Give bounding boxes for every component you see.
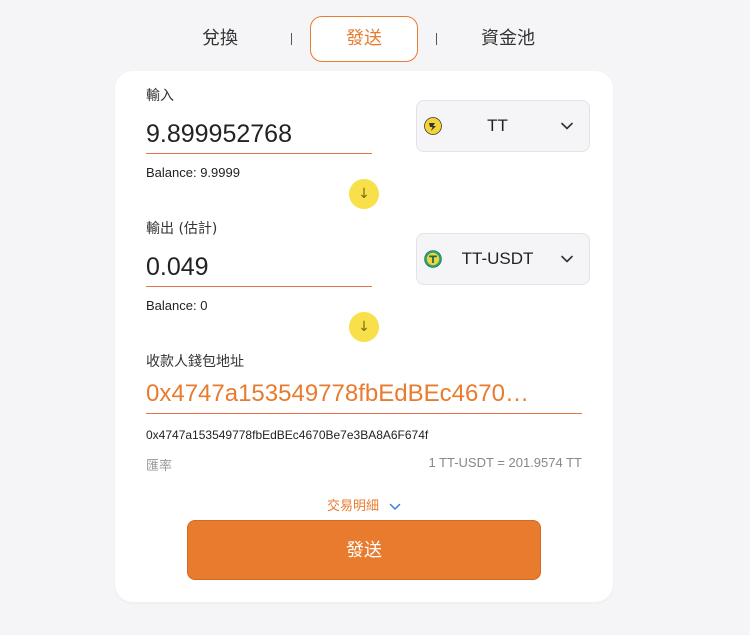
recipient-label: 收款人錢包地址 [146, 354, 244, 370]
rate-value: 1 TT-USDT = 201.9574 TT [428, 455, 582, 470]
transaction-details-toggle[interactable]: 交易明細 [115, 495, 613, 514]
arrow-down-button[interactable]: ↓ [349, 312, 379, 342]
rate-label: 匯率 [146, 459, 173, 474]
chevron-down-icon [389, 503, 401, 510]
send-button[interactable]: 發送 [187, 520, 541, 580]
chevron-down-icon [561, 122, 573, 130]
tab-divider [436, 33, 437, 45]
recipient-address-field[interactable]: 0x4747a153549778fbEdBEc4670… [146, 375, 582, 414]
arrow-down-icon: ↓ [358, 186, 370, 202]
recipient-address-full: 0x4747a153549778fbEdBEc4670Be7e3BA8A6F67… [146, 428, 429, 442]
tab-divider [291, 33, 292, 45]
send-card: 輸入 9.899952768 TT Balance: 9.9999 ↓ 輸出 (… [115, 71, 613, 602]
output-label: 輸出 (估計) [146, 221, 218, 237]
output-balance: Balance: 0 [146, 298, 208, 313]
tab-bar: 兌換 發送 資金池 [0, 16, 750, 62]
output-token-selector[interactable]: TT-USDT [416, 233, 590, 285]
tether-icon [424, 250, 442, 268]
arrow-down-icon: ↓ [358, 319, 370, 335]
input-amount-field[interactable]: 9.899952768 [146, 115, 372, 154]
output-amount-field[interactable]: 0.049 [146, 248, 372, 287]
transaction-details-label: 交易明細 [326, 499, 379, 514]
input-token-name: TT [487, 116, 508, 135]
tab-send[interactable]: 發送 [310, 16, 418, 62]
chevron-down-icon [561, 255, 573, 263]
tab-swap[interactable]: 兌換 [180, 16, 260, 62]
tab-pool[interactable]: 資金池 [462, 16, 554, 62]
output-token-name: TT-USDT [461, 249, 534, 268]
thundercore-icon [424, 117, 442, 135]
input-label: 輸入 [146, 88, 174, 104]
arrow-down-button[interactable]: ↓ [349, 179, 379, 209]
input-balance: Balance: 9.9999 [146, 165, 240, 180]
input-token-selector[interactable]: TT [416, 100, 590, 152]
